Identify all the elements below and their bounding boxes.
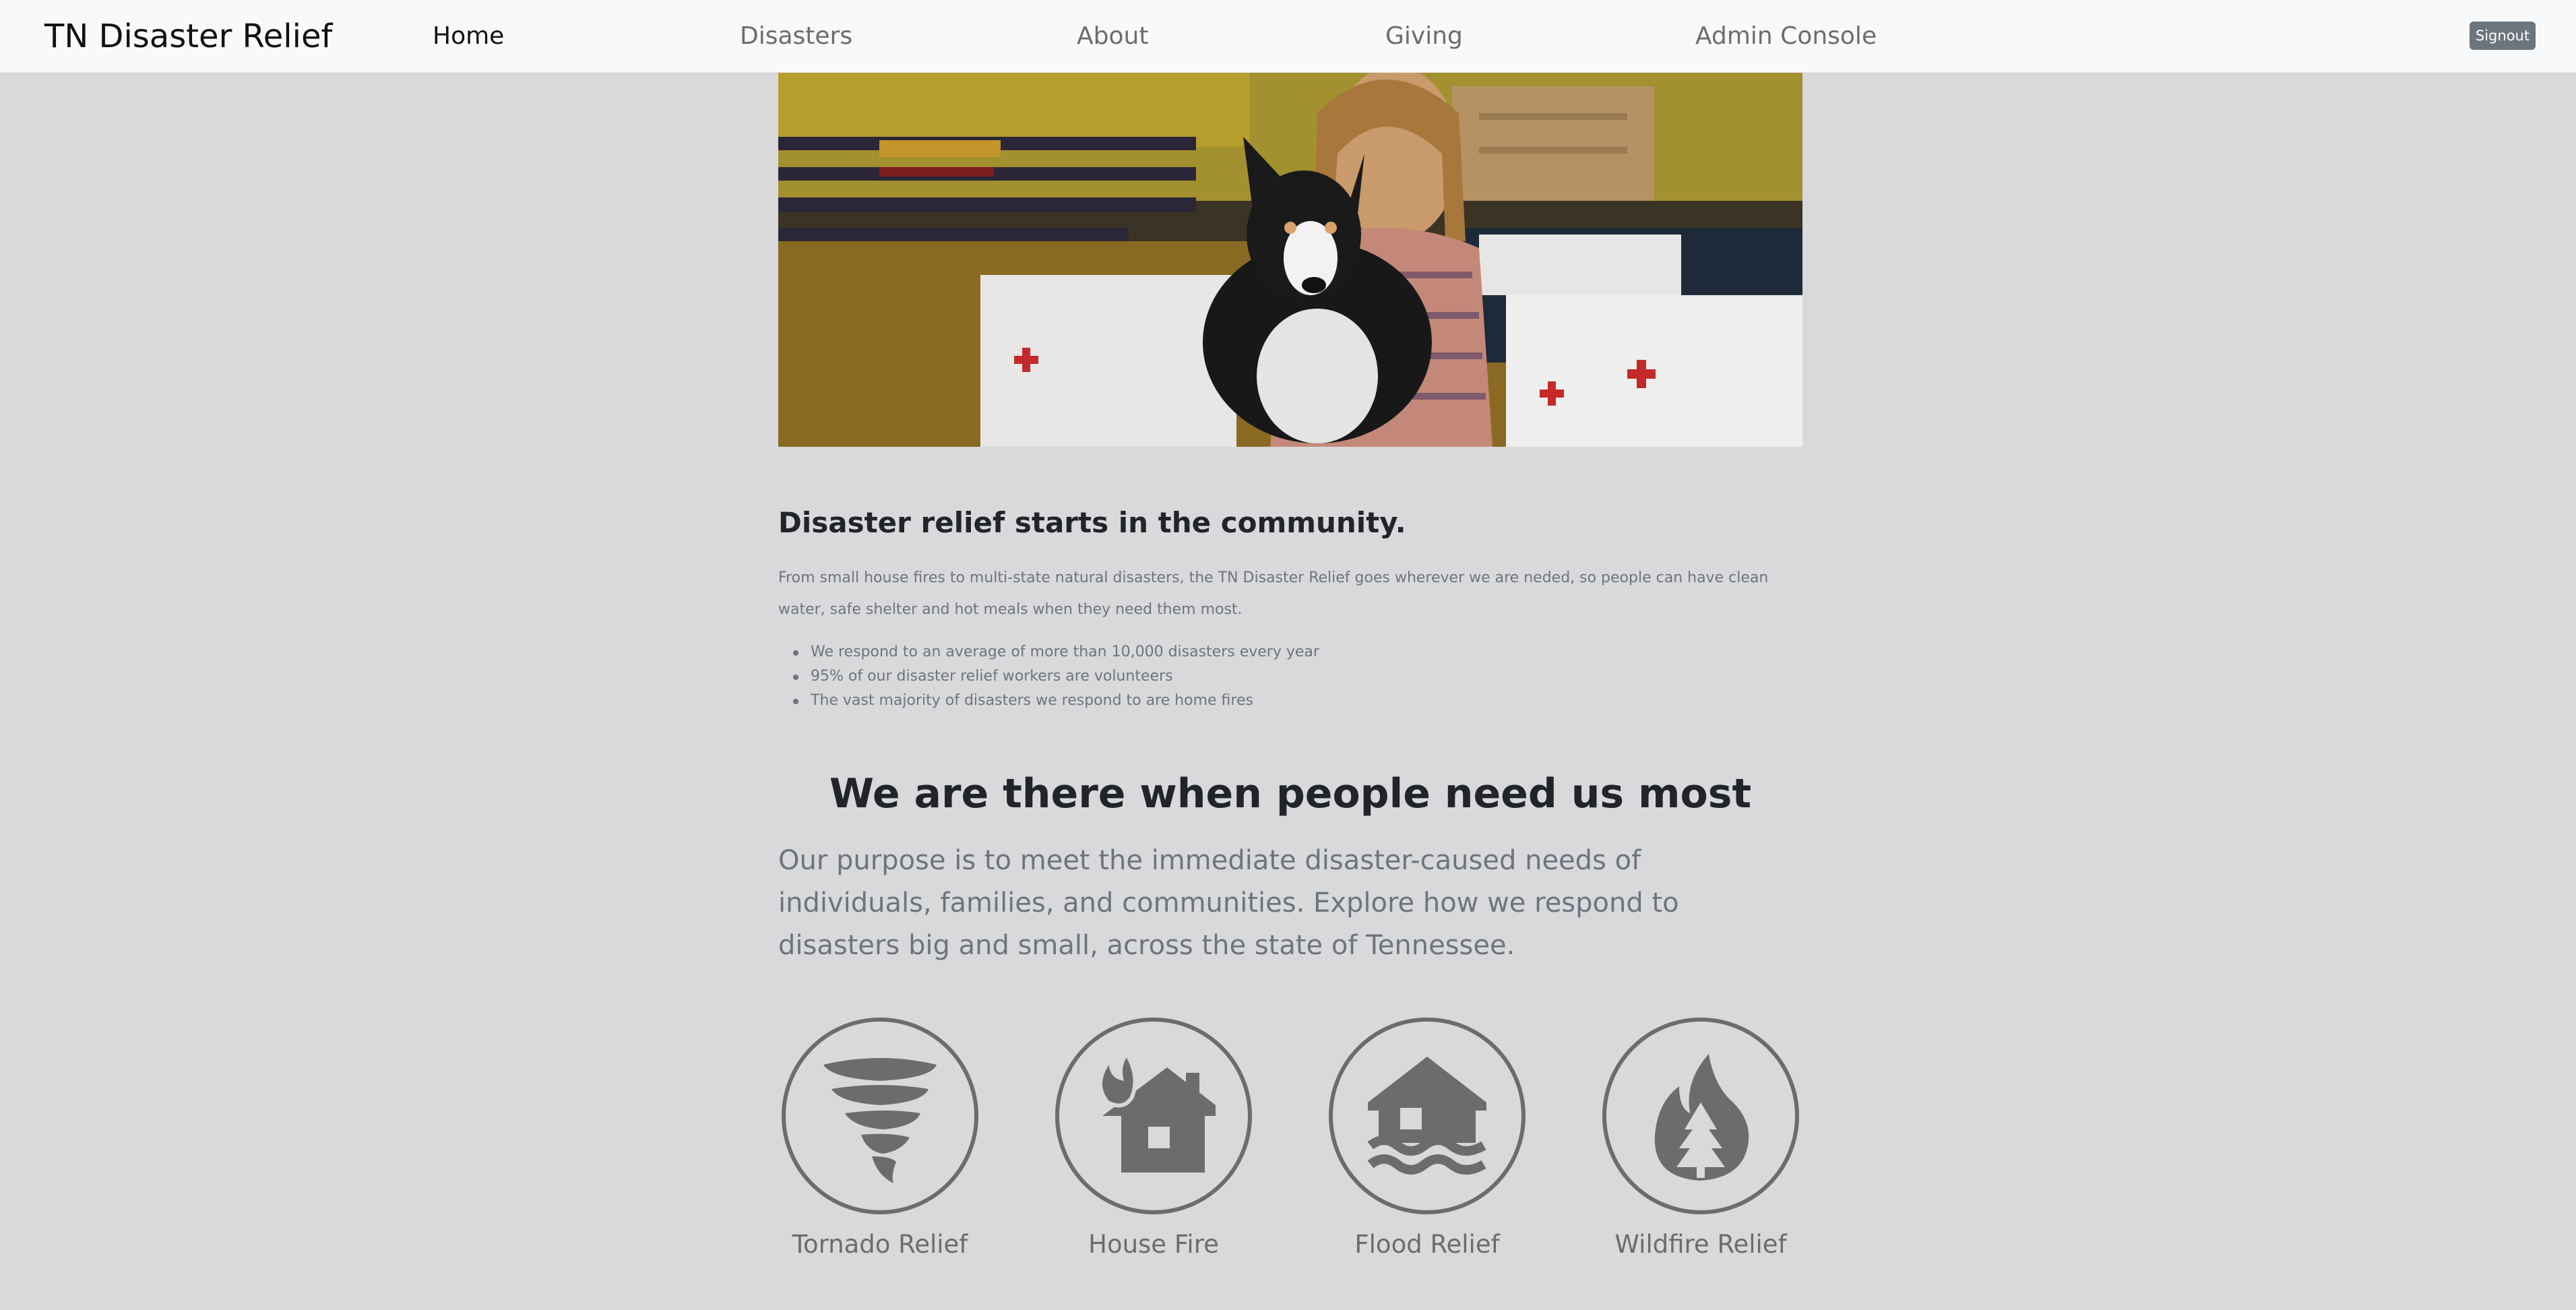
navbar: TN Disaster Relief Home Disasters About … [0, 0, 2576, 73]
community-heading: Disaster relief starts in the community. [778, 506, 1406, 539]
list-item: The vast majority of disasters we respon… [778, 689, 1802, 713]
flood-relief-link[interactable]: Flood Relief [1329, 1018, 1526, 1261]
signout-button[interactable]: Signout [2470, 22, 2536, 50]
mission-heading: We are there when people need us most [829, 770, 1752, 817]
tornado-relief-link[interactable]: Tornado Relief [782, 1018, 978, 1261]
wildfire-relief-link[interactable]: Wildfire Relief [1602, 1018, 1799, 1261]
nav-link-disasters[interactable]: Disasters [740, 20, 852, 53]
nav-link-giving[interactable]: Giving [1385, 20, 1463, 53]
nav-link-about[interactable]: About [1077, 20, 1148, 53]
facts-list: We respond to an average of more than 10… [778, 640, 1802, 713]
flood-icon[interactable] [1329, 1018, 1526, 1214]
house-fire-icon[interactable] [1055, 1018, 1252, 1214]
hero-photo [778, 73, 1802, 447]
tornado-relief-label[interactable]: Tornado Relief [782, 1228, 978, 1261]
nav-link-home[interactable]: Home [433, 20, 504, 53]
mission-lead-text: Our purpose is to meet the immediate dis… [778, 845, 1679, 961]
nav-link-admin-console[interactable]: Admin Console [1695, 20, 1877, 53]
tornado-icon[interactable] [782, 1018, 978, 1214]
wildfire-icon[interactable] [1602, 1018, 1799, 1214]
house-fire-link[interactable]: House Fire [1055, 1018, 1252, 1261]
brand-logo-text[interactable]: TN Disaster Relief [44, 16, 332, 57]
list-item: We respond to an average of more than 10… [778, 640, 1802, 664]
community-intro-text: From small house fires to multi-state na… [778, 569, 1769, 618]
flood-relief-label[interactable]: Flood Relief [1329, 1228, 1526, 1261]
list-item: 95% of our disaster relief workers are v… [778, 664, 1802, 689]
house-fire-label[interactable]: House Fire [1055, 1228, 1252, 1261]
wildfire-relief-label[interactable]: Wildfire Relief [1602, 1228, 1799, 1261]
